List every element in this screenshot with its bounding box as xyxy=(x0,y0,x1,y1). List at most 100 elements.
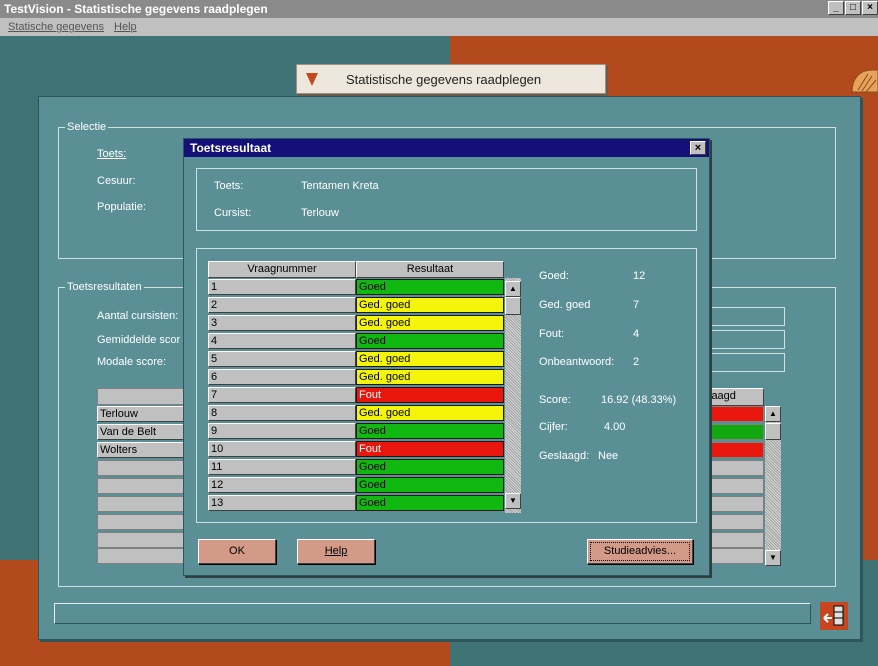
page-title: Statistische gegevens raadplegen xyxy=(346,71,542,87)
empty-row xyxy=(97,478,189,494)
student-row[interactable]: Van de Belt xyxy=(97,424,189,440)
scroll-down-button[interactable]: ▼ xyxy=(765,550,781,566)
question-scroll-thumb[interactable] xyxy=(505,297,521,315)
question-result-cell[interactable]: Ged. goed xyxy=(356,351,504,367)
question-number-cell[interactable]: 8 xyxy=(208,405,356,421)
geslaagd-value: Nee xyxy=(598,450,619,462)
question-result-cell[interactable]: Goed xyxy=(356,459,504,475)
question-scroll-down-button[interactable]: ▼ xyxy=(505,493,521,509)
selectie-caption: Selectie xyxy=(65,120,109,134)
dialog-toets-label: Toets: xyxy=(214,180,244,192)
dialog-cursist-label: Cursist: xyxy=(214,207,252,219)
menu-help[interactable]: Help xyxy=(114,18,137,36)
student-row[interactable]: Terlouw xyxy=(97,406,189,422)
question-number-cell[interactable]: 13 xyxy=(208,495,356,511)
minimize-button[interactable]: _ xyxy=(828,1,844,15)
help-button[interactable]: Help xyxy=(297,539,375,564)
toets-label: Toets: xyxy=(97,148,127,160)
empty-row xyxy=(97,548,189,564)
question-number-cell[interactable]: 3 xyxy=(208,315,356,331)
exit-icon[interactable] xyxy=(820,602,848,630)
score-label: Score: xyxy=(539,394,571,406)
gedgoed-value: 7 xyxy=(633,299,640,311)
question-number-cell[interactable]: 1 xyxy=(208,279,356,295)
question-table: Vraagnummer Resultaat 1 Goed 2 Ged. goed 3 Ge… xyxy=(208,261,522,513)
dialog-toets-value: Tentamen Kreta xyxy=(301,180,379,192)
maximize-button[interactable]: □ xyxy=(845,1,861,15)
scroll-thumb[interactable] xyxy=(765,423,781,440)
question-result-cell[interactable]: Goed xyxy=(356,495,504,511)
goed-label: Goed: xyxy=(539,270,569,282)
empty-row xyxy=(706,514,764,530)
populatie-label: Populatie: xyxy=(97,201,146,213)
question-result-cell[interactable]: Ged. goed xyxy=(356,369,504,385)
question-number-cell[interactable]: 9 xyxy=(208,423,356,439)
shell-logo-icon xyxy=(851,69,878,93)
gemiddelde-score-value xyxy=(705,330,785,349)
dialog-close-button[interactable]: × xyxy=(690,141,706,155)
modale-score-label: Modale score: xyxy=(97,356,167,368)
gedgoed-label: Ged. goed xyxy=(539,299,591,311)
geslaagd-label: Geslaagd: xyxy=(539,450,590,462)
empty-row xyxy=(706,496,764,512)
question-scroll-up-button[interactable]: ▲ xyxy=(505,281,521,297)
empty-row xyxy=(97,496,189,512)
question-number-cell[interactable]: 2 xyxy=(208,297,356,313)
question-number-cell[interactable]: 4 xyxy=(208,333,356,349)
question-result-cell[interactable]: Goed xyxy=(356,423,504,439)
question-result-cell[interactable]: Goed xyxy=(356,477,504,493)
empty-row xyxy=(706,460,764,476)
student-row[interactable]: Wolters xyxy=(97,442,189,458)
window-title: TestVision - Statistische gegevens raadp… xyxy=(4,2,268,16)
empty-row xyxy=(706,548,764,564)
resultaat-header[interactable]: Resultaat xyxy=(356,261,504,278)
fout-value: 4 xyxy=(633,328,640,340)
gemiddelde-score-label: Gemiddelde scor xyxy=(97,334,181,346)
vraagnummer-header[interactable]: Vraagnummer xyxy=(208,261,356,278)
cesuur-label: Cesuur: xyxy=(97,175,136,187)
cijfer-value: 4.00 xyxy=(604,421,626,433)
dialog-cursist-value: Terlouw xyxy=(301,207,339,219)
aantal-cursisten-label: Aantal cursisten: xyxy=(97,310,179,322)
scroll-up-button[interactable]: ▲ xyxy=(765,406,781,422)
ok-button[interactable]: OK xyxy=(198,539,276,564)
onbeantwoord-label: Onbeantwoord: xyxy=(539,356,615,368)
question-result-cell[interactable]: Goed xyxy=(356,333,504,349)
window-close-button[interactable]: × xyxy=(862,1,878,15)
question-result-cell[interactable]: Goed xyxy=(356,279,504,295)
toetsresultaten-caption: Toetsresultaten xyxy=(65,280,144,294)
score-value: 16.92 (48.33%) xyxy=(601,394,677,406)
status-bar xyxy=(54,603,811,624)
menu-statische-gegevens[interactable]: Statische gegevens xyxy=(8,18,104,36)
geslaagd-column-header[interactable]: laagd xyxy=(706,388,764,406)
empty-row xyxy=(97,460,189,476)
studieadvies-button[interactable]: Studieadvies... xyxy=(587,539,693,564)
question-number-cell[interactable]: 6 xyxy=(208,369,356,385)
goed-value: 12 xyxy=(633,270,646,282)
dialog-title: Toetsresultaat xyxy=(190,141,272,155)
window-controls: _ □ × xyxy=(828,1,878,15)
empty-row xyxy=(706,532,764,548)
question-number-cell[interactable]: 10 xyxy=(208,441,356,457)
question-result-cell[interactable]: Fout xyxy=(356,387,504,403)
cijfer-label: Cijfer: xyxy=(539,421,568,433)
question-number-cell[interactable]: 11 xyxy=(208,459,356,475)
question-result-cell[interactable]: Ged. goed xyxy=(356,405,504,421)
student-status-cell xyxy=(706,424,764,440)
question-number-cell[interactable]: 7 xyxy=(208,387,356,403)
student-status-cell xyxy=(706,442,764,458)
question-number-cell[interactable]: 12 xyxy=(208,477,356,493)
question-number-cell[interactable]: 5 xyxy=(208,351,356,367)
onbeantwoord-value: 2 xyxy=(633,356,640,368)
aantal-cursisten-value xyxy=(705,307,785,326)
question-result-cell[interactable]: Ged. goed xyxy=(356,315,504,331)
empty-row xyxy=(97,514,189,530)
menu-arrow-icon[interactable] xyxy=(306,72,318,86)
question-result-cell[interactable]: Fout xyxy=(356,441,504,457)
question-result-cell[interactable]: Ged. goed xyxy=(356,297,504,313)
empty-row xyxy=(706,478,764,494)
dialog-titlebar: Toetsresultaat × xyxy=(184,139,709,157)
student-status-cell xyxy=(706,406,764,422)
students-header-cell[interactable] xyxy=(97,388,189,405)
modale-score-value xyxy=(705,353,785,372)
